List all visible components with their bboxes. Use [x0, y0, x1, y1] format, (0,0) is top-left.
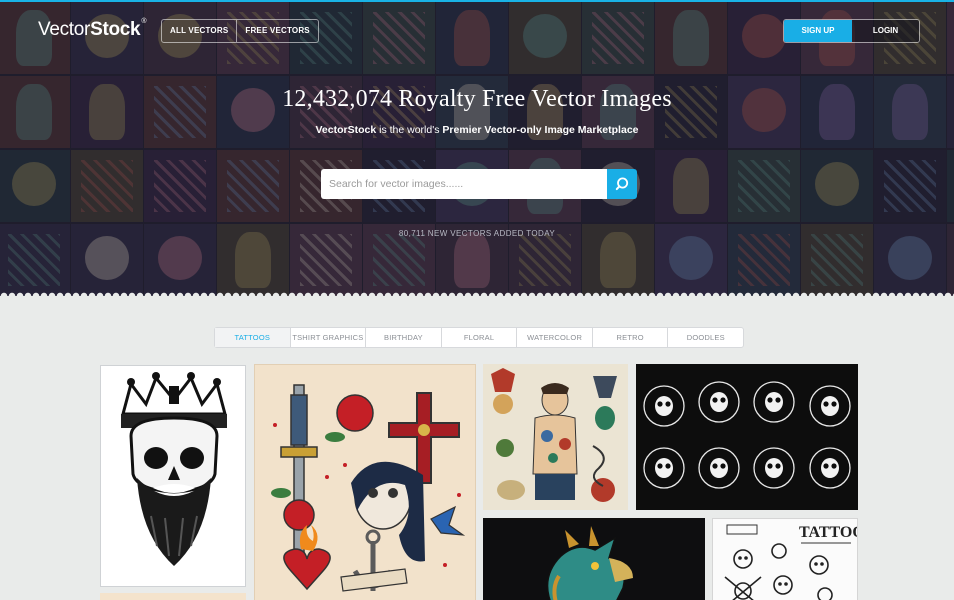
gallery-item-dragon[interactable] — [483, 518, 705, 600]
vector-nav: ALL VECTORS FREE VECTORS — [161, 19, 319, 43]
gallery-item-skull-badges[interactable] — [636, 364, 858, 510]
all-vectors-button[interactable]: ALL VECTORS — [162, 20, 236, 42]
search-button[interactable] — [607, 169, 637, 199]
tattoo-salon-elements-illustration: TATTOO — [713, 519, 858, 600]
search-bar — [321, 169, 637, 199]
tab-floral[interactable]: FLORAL — [440, 328, 517, 347]
tab-tattoos[interactable]: TATTOOS — [215, 328, 290, 347]
top-accent-line — [0, 0, 954, 2]
gallery-item-partial[interactable] — [100, 593, 246, 600]
tab-doodles[interactable]: DOODLES — [667, 328, 743, 347]
tab-retro[interactable]: RETRO — [591, 328, 668, 347]
search-icon — [615, 177, 629, 191]
category-tabs: TATTOOS TSHIRT GRAPHICS BIRTHDAY FLORAL … — [214, 327, 744, 348]
hero-banner: VectorStock® ALL VECTORS FREE VECTORS SI… — [0, 0, 954, 296]
tattoo-title-text: TATTOO — [799, 524, 858, 541]
gallery-item-vintage-tattoo-man[interactable] — [483, 364, 628, 510]
vectorstock-logo[interactable]: VectorStock® — [38, 18, 146, 41]
hero-subheadline: VectorStock is the world's Premier Vecto… — [315, 124, 639, 136]
vectors-added-today: 80,711 NEW VECTORS ADDED TODAY — [398, 229, 556, 238]
search-input[interactable] — [321, 169, 607, 199]
login-button[interactable]: LOGIN — [852, 20, 919, 42]
dragon-head-illustration — [483, 518, 705, 600]
hero-scallop-edge — [0, 290, 954, 296]
free-vectors-button[interactable]: FREE VECTORS — [236, 20, 318, 42]
gallery-item-old-school-tattoo-set[interactable] — [254, 364, 476, 600]
tab-birthday[interactable]: BIRTHDAY — [365, 328, 441, 347]
crowned-bearded-skull-illustration — [121, 372, 227, 566]
hero-headline: 12,432,074 Royalty Free Vector Images — [282, 86, 672, 112]
old-school-tattoo-flash-illustration — [271, 384, 466, 592]
signup-button[interactable]: SIGN UP — [784, 20, 852, 42]
gallery-item-tattoo-salon[interactable]: TATTOO — [712, 518, 858, 600]
tab-watercolor[interactable]: WATERCOLOR — [516, 328, 592, 347]
gallery-item-skull-crown[interactable] — [100, 365, 246, 587]
auth-buttons: SIGN UP LOGIN — [783, 19, 920, 43]
vintage-tattooed-man-illustration — [483, 364, 628, 510]
skull-badges-illustration — [636, 364, 858, 510]
tab-tshirt-graphics[interactable]: TSHIRT GRAPHICS — [289, 328, 366, 347]
